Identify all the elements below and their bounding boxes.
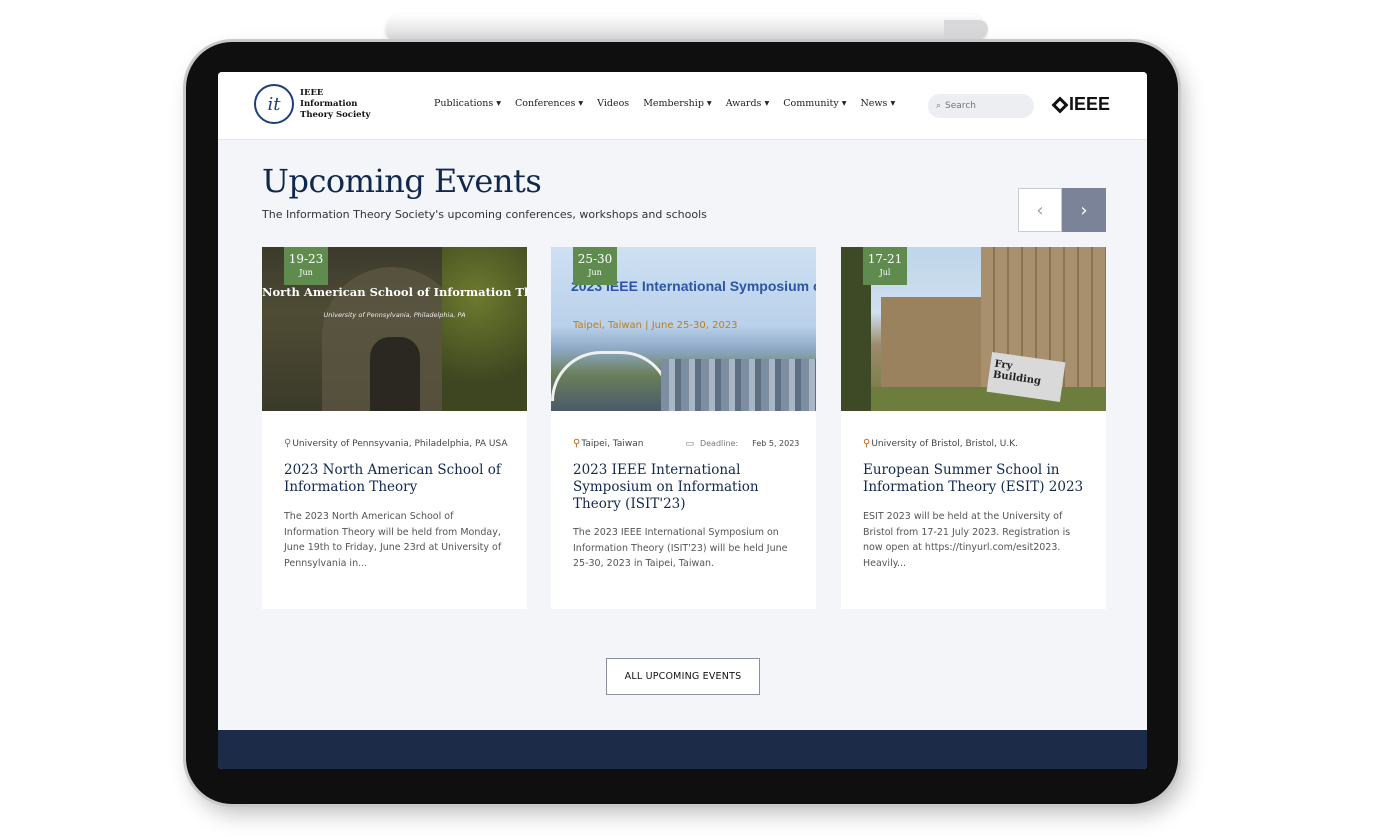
event-title[interactable]: European Summer School in Information Th… — [863, 462, 1088, 496]
location-pin-icon: ⚲ — [863, 438, 871, 449]
date-badge: 25-30 Jun — [573, 247, 617, 285]
event-title[interactable]: 2023 North American School of Informatio… — [284, 462, 509, 496]
event-meta: ⚲ University of Bristol, Bristol, U.K. — [863, 438, 1018, 449]
event-location: University of Pennsyvania, Philadelphia,… — [292, 438, 508, 449]
event-card[interactable]: 2023 IEEE International Symposium on Inf… — [551, 247, 816, 609]
image-statue-shape — [370, 337, 420, 411]
event-image[interactable]: Fry Building 17-21 Jul — [841, 247, 1106, 411]
event-card[interactable]: North American School of Information The… — [262, 247, 527, 609]
calendar-icon: ▭ — [685, 438, 694, 449]
event-meta: ⚲ University of Pennsyvania, Philadelphi… — [284, 438, 508, 449]
main-nav: Publications ▾ Conferences ▾ Videos Memb… — [434, 98, 895, 109]
event-meta: ⚲ Taipei, Taiwan ▭ Deadline: Feb 5, 2023 — [573, 438, 799, 449]
logo-line: IEEE — [300, 88, 324, 98]
image-subtitle: University of Pennsylvania, Philadelphia… — [323, 311, 466, 319]
nav-item-news[interactable]: News ▾ — [860, 98, 895, 109]
device-mockup: it IEEE Information Theory Society Publi… — [0, 0, 1384, 838]
event-card[interactable]: Fry Building 17-21 Jul ⚲ University of B… — [841, 247, 1106, 609]
image-subtitle: Taipei, Taiwan | June 25-30, 2023 — [573, 320, 738, 331]
ieee-brand-logo[interactable]: IEEE — [1051, 94, 1111, 115]
logo-line: Theory Society — [300, 110, 371, 120]
logo-line: Information — [300, 99, 358, 109]
stylus — [386, 14, 986, 44]
ieee-brand-text: IEEE — [1069, 94, 1111, 114]
site-footer — [218, 730, 1147, 769]
carousel-prev-button[interactable]: ‹ — [1018, 188, 1062, 232]
search-box[interactable]: ⌕ — [928, 94, 1034, 118]
search-icon: ⌕ — [936, 101, 942, 111]
nav-item-community[interactable]: Community ▾ — [783, 98, 846, 109]
date-month: Jul — [879, 268, 891, 277]
location-pin-icon: ⚲ — [573, 438, 581, 449]
date-range: 19-23 — [288, 252, 324, 266]
site-header: it IEEE Information Theory Society Publi… — [218, 72, 1147, 140]
image-title: North American School of Information The… — [262, 285, 527, 299]
nav-item-membership[interactable]: Membership ▾ — [643, 98, 712, 109]
image-city-shape — [661, 359, 816, 411]
event-description: The 2023 North American School of Inform… — [284, 511, 502, 569]
image-building-shape — [881, 297, 981, 397]
event-location: Taipei, Taiwan — [581, 438, 644, 449]
section-subtitle: The Information Theory Society's upcomin… — [262, 208, 707, 221]
event-description: The 2023 IEEE International Symposium on… — [573, 527, 788, 569]
chevron-left-icon: ‹ — [1036, 199, 1044, 221]
event-image[interactable]: 2023 IEEE International Symposium on Inf… — [551, 247, 816, 411]
event-title[interactable]: 2023 IEEE International Symposium on Inf… — [573, 462, 798, 513]
carousel-next-button[interactable]: › — [1062, 188, 1106, 232]
search-input[interactable] — [945, 101, 1026, 111]
date-badge: 19-23 Jun — [284, 247, 328, 285]
event-image[interactable]: North American School of Information The… — [262, 247, 527, 411]
event-location: University of Bristol, Bristol, U.K. — [871, 438, 1018, 449]
nav-item-videos[interactable]: Videos — [597, 98, 629, 109]
image-grass-shape — [841, 387, 1106, 411]
browser-screen: it IEEE Information Theory Society Publi… — [218, 72, 1147, 769]
ieee-diamond-icon — [1051, 96, 1069, 113]
nav-item-awards[interactable]: Awards ▾ — [726, 98, 770, 109]
date-range: 17-21 — [867, 252, 903, 266]
date-month: Jun — [588, 268, 602, 277]
nav-item-publications[interactable]: Publications ▾ — [434, 98, 501, 109]
image-bridge-shape — [551, 351, 671, 401]
section-title: Upcoming Events — [262, 162, 542, 200]
image-tree-shape — [442, 247, 527, 411]
stylus-tip — [944, 20, 988, 38]
date-badge: 17-21 Jul — [863, 247, 907, 285]
location-pin-icon: ⚲ — [284, 438, 292, 449]
deadline-label: Deadline: — [699, 439, 739, 448]
all-upcoming-events-button[interactable]: ALL UPCOMING EVENTS — [606, 658, 760, 695]
date-range: 25-30 — [577, 252, 613, 266]
society-logo-text[interactable]: IEEE Information Theory Society — [300, 88, 370, 121]
society-logo-icon[interactable]: it — [254, 84, 294, 124]
date-month: Jun — [299, 268, 313, 277]
event-description: ESIT 2023 will be held at the University… — [863, 511, 1071, 569]
chevron-right-icon: › — [1080, 199, 1088, 221]
nav-item-conferences[interactable]: Conferences ▾ — [515, 98, 583, 109]
deadline-value: Feb 5, 2023 — [752, 439, 800, 448]
